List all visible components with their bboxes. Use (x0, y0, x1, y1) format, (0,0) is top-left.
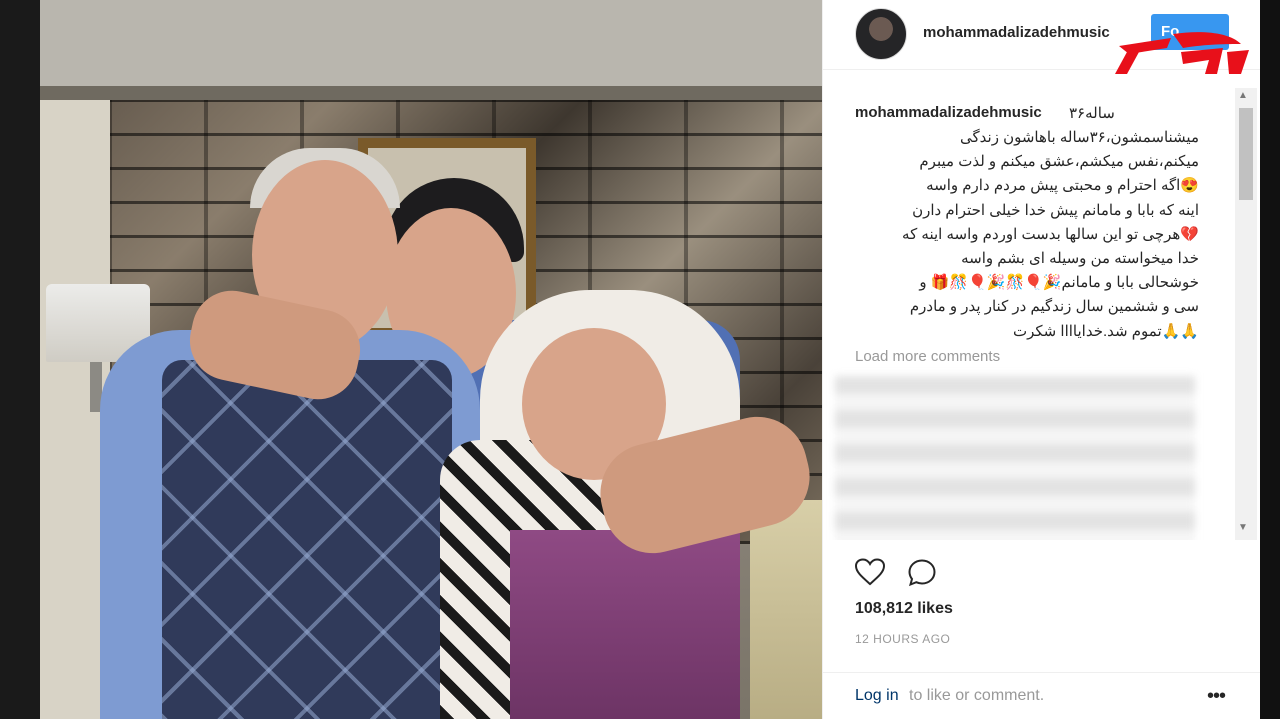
post-photo[interactable] (40, 0, 822, 719)
mother-cardigan (510, 530, 740, 719)
more-options-icon[interactable]: ••• (1207, 685, 1226, 708)
ceiling (40, 0, 822, 100)
caption-username[interactable]: mohammadalizadehmusic (855, 104, 1042, 121)
scrollbar-thumb[interactable] (1239, 108, 1253, 200)
caption-age: ۳۶ساله (1069, 105, 1115, 122)
post-photo-panel (0, 0, 822, 719)
comments-area[interactable]: mohammadalizadehmusic ۳۶ساله میشناسمشون،… (823, 88, 1243, 540)
likes-count[interactable]: 108,812 likes (855, 600, 953, 618)
post-header: mohammadalizadehmusic Fo (823, 0, 1261, 74)
login-prompt-text: to like or comment. (909, 687, 1045, 704)
page-edge (1260, 0, 1280, 719)
instagram-post-panel: mohammadalizadehmusic Fo mohammadalizade… (822, 0, 1261, 719)
scroll-up-icon[interactable]: ▲ (1238, 90, 1248, 101)
comments-scrollbar[interactable]: ▲ ▼ (1235, 88, 1257, 540)
father-vest (162, 360, 452, 719)
load-more-comments-link[interactable]: Load more comments (855, 348, 1000, 365)
scroll-down-icon[interactable]: ▼ (1238, 522, 1248, 533)
login-link[interactable]: Log in (855, 687, 899, 705)
heart-icon[interactable] (854, 558, 886, 586)
post-time[interactable]: 12 HOURS AGO (855, 632, 950, 646)
avatar[interactable] (855, 8, 907, 60)
comment-bubble-icon[interactable] (907, 558, 937, 588)
caption-text: میشناسمشون،۳۶ساله باهاشون زندگی میکنم،نف… (902, 129, 1199, 340)
armchair (750, 500, 822, 719)
blurred-comments (835, 376, 1195, 540)
post-footer: Log in to like or comment. ••• (823, 672, 1261, 719)
post-actions (823, 548, 1261, 598)
ceiling-shadow (40, 86, 822, 100)
rokna-logo-icon (1115, 32, 1249, 74)
header-username[interactable]: mohammadalizadehmusic (923, 24, 1110, 41)
photo-margin (0, 0, 40, 719)
